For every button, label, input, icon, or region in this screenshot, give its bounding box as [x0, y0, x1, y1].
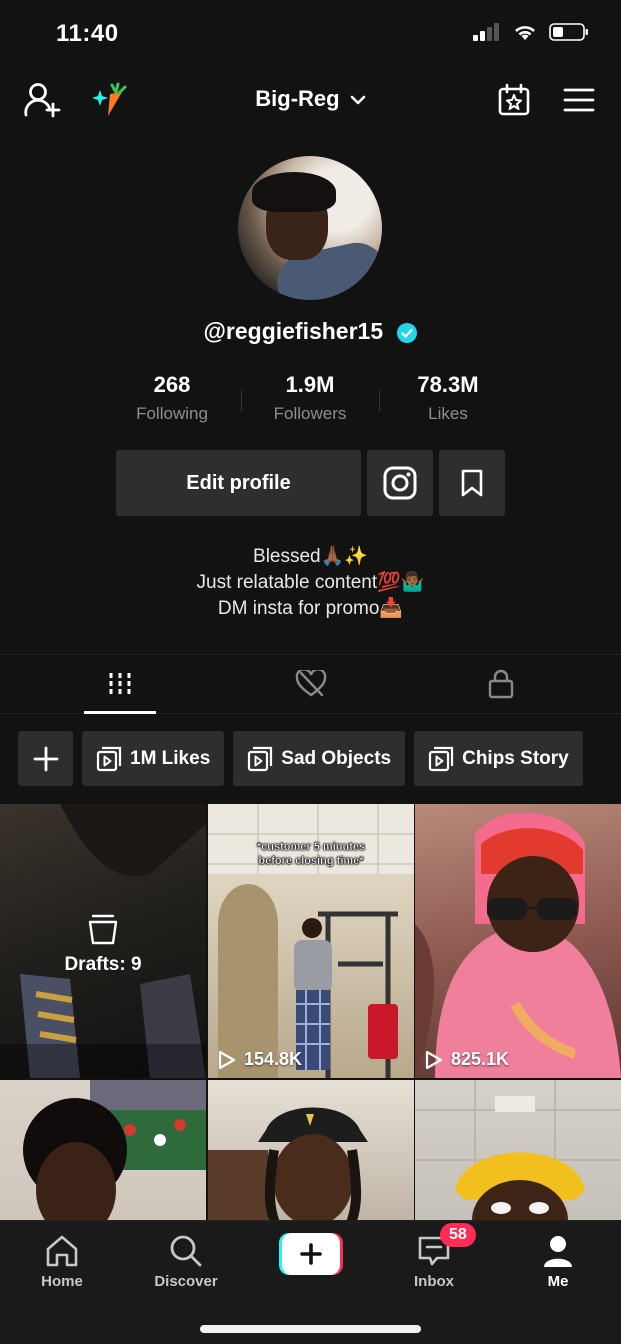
stat-value: 78.3M	[417, 372, 479, 397]
bookmark-icon	[461, 469, 483, 497]
video-thumbnail[interactable]	[208, 1080, 414, 1220]
username-handle: @reggiefisher15	[0, 318, 621, 345]
profile-name-label: Big-Reg	[255, 86, 340, 111]
instagram-button[interactable]	[367, 450, 433, 516]
play-icon	[218, 1050, 236, 1069]
drafts-count: Drafts: 9	[64, 954, 142, 975]
view-count-text: 154.8K	[244, 1049, 303, 1069]
lock-icon	[488, 669, 514, 699]
video-thumbnail[interactable]	[415, 1080, 621, 1220]
instagram-icon	[383, 466, 417, 500]
create-video-button[interactable]	[279, 1233, 343, 1275]
nav-me[interactable]: Me	[508, 1229, 608, 1290]
add-playlist-button[interactable]	[18, 731, 73, 786]
verified-badge-icon	[396, 322, 417, 343]
video-grid: Drafts: 9 *customer 5 minutes before clo…	[0, 804, 621, 1220]
nav-me-label: Me	[547, 1273, 569, 1290]
stat-label: Followers	[273, 404, 347, 423]
play-icon	[425, 1050, 443, 1069]
calendar-button[interactable]	[494, 80, 534, 120]
wifi-icon	[515, 26, 535, 40]
view-count-text: 825.1K	[451, 1049, 510, 1069]
calendar-star-icon	[498, 83, 530, 116]
stat-followers[interactable]: 1.9M Followers	[241, 372, 379, 432]
playlist-row: 1M Likes Sad Objects Chips Story	[18, 731, 583, 786]
bio-line: DM insta for promo📥	[217, 598, 404, 619]
tab-videos[interactable]	[60, 655, 180, 713]
nav-discover[interactable]: Discover	[136, 1229, 236, 1290]
nav-discover-label: Discover	[154, 1273, 218, 1290]
stat-likes[interactable]: 78.3M Likes	[379, 372, 517, 432]
playlist-icon	[96, 746, 122, 771]
status-time: 11:40	[56, 20, 119, 47]
playlist-chip[interactable]: 1M Likes	[82, 731, 225, 786]
cellular-signal-icon	[473, 23, 499, 41]
drafts-icon	[88, 914, 118, 945]
bio-line: Blessed🙏🏾✨	[253, 546, 368, 567]
playlist-label: Chips Story	[462, 747, 569, 769]
video-thumbnail[interactable]: *customer 5 minutes before closing time*…	[208, 804, 414, 1078]
nav-home[interactable]: Home	[12, 1229, 112, 1290]
tab-liked[interactable]	[251, 655, 371, 713]
drafts-tile[interactable]: Drafts: 9	[0, 804, 206, 1078]
video-caption: *customer 5 minutes before closing time*	[256, 841, 366, 867]
view-count: 825.1K	[425, 1049, 509, 1070]
status-icons	[473, 22, 589, 42]
profile-stats: 268 Following 1.9M Followers 78.3M Likes	[103, 372, 517, 432]
status-bar: 11:40	[0, 0, 621, 64]
video-thumbnail[interactable]: 825.1K	[415, 804, 621, 1078]
hamburger-menu-icon	[563, 88, 595, 112]
edit-profile-button[interactable]: Edit profile	[116, 450, 361, 516]
playlist-icon	[428, 746, 454, 771]
nav-home-label: Home	[41, 1273, 83, 1290]
avatar[interactable]	[238, 156, 382, 300]
nav-inbox-label: Inbox	[414, 1273, 454, 1290]
plus-icon	[33, 746, 58, 771]
bio-line: Just relatable content💯🤷🏾‍♂️	[196, 572, 425, 593]
chevron-down-icon	[350, 95, 366, 105]
playlist-chip[interactable]: Sad Objects	[233, 731, 406, 786]
content-tabs	[0, 654, 621, 714]
profile-bio: Blessed🙏🏾✨ Just relatable content💯🤷🏾‍♂️ …	[0, 544, 621, 622]
video-thumbnail-art	[415, 1080, 621, 1220]
playlist-label: 1M Likes	[130, 747, 211, 769]
video-thumbnail-art	[23, 1080, 206, 1220]
stat-label: Following	[136, 404, 208, 423]
home-indicator[interactable]	[200, 1325, 421, 1333]
home-icon	[46, 1235, 78, 1267]
hidden-heart-icon	[295, 670, 327, 697]
battery-icon	[549, 23, 588, 41]
menu-button[interactable]	[559, 80, 599, 120]
inbox-badge: 58	[440, 1223, 476, 1247]
top-nav: Big-Reg	[0, 72, 621, 128]
search-icon	[170, 1235, 202, 1267]
active-tab-indicator	[84, 711, 156, 714]
video-thumbnail-art	[415, 812, 621, 1078]
profile-icon	[544, 1236, 572, 1267]
favorites-button[interactable]	[439, 450, 505, 516]
profile-actions: Edit profile	[116, 450, 505, 516]
stat-value: 1.9M	[285, 372, 335, 397]
playlist-label: Sad Objects	[281, 747, 392, 769]
stat-following[interactable]: 268 Following	[103, 372, 241, 432]
playlist-icon	[248, 746, 273, 771]
tab-private[interactable]	[441, 655, 561, 713]
video-thumbnail-art	[208, 1107, 368, 1220]
playlist-chip[interactable]: Chips Story	[414, 731, 583, 786]
grid-icon	[109, 673, 131, 695]
video-thumbnail[interactable]	[0, 1080, 206, 1220]
stat-label: Likes	[428, 404, 468, 423]
avatar-hair	[252, 172, 336, 212]
handle-text: @reggiefisher15	[203, 318, 384, 344]
view-count: 154.8K	[218, 1049, 302, 1070]
stat-value: 268	[153, 372, 191, 397]
